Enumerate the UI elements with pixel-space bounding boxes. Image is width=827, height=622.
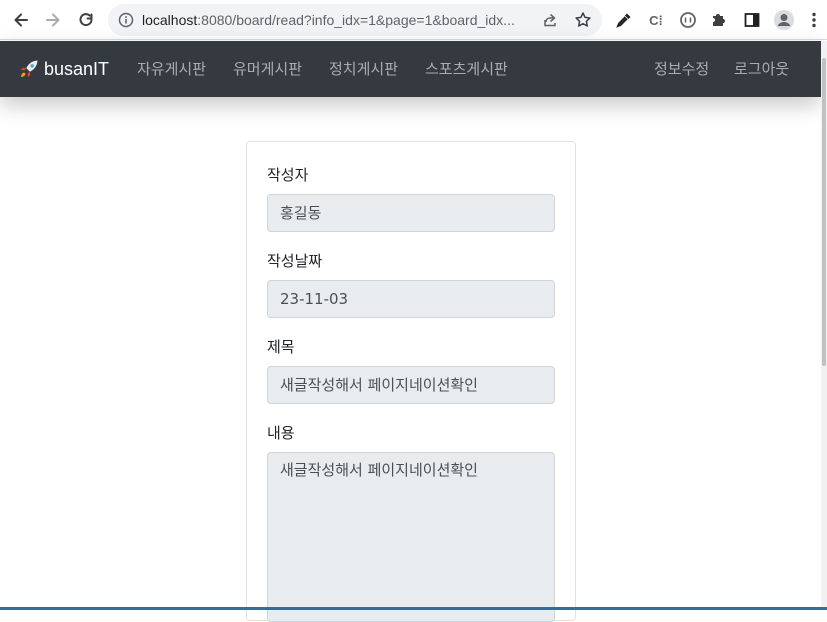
nav-link-politics-board[interactable]: 정치게시판 <box>329 41 398 97</box>
extension-c-icon: C⁞ <box>649 12 663 28</box>
extension-c-button[interactable]: C⁞ <box>643 7 669 33</box>
info-icon[interactable] <box>118 12 134 28</box>
star-icon[interactable] <box>574 11 592 29</box>
nav-link-logout[interactable]: 로그아웃 <box>734 41 789 97</box>
eyedropper-icon <box>616 13 631 28</box>
address-bar[interactable]: localhost:8080/board/read?info_idx=1&pag… <box>108 4 602 36</box>
side-panel-button[interactable] <box>739 7 765 33</box>
share-icon[interactable] <box>542 12 558 28</box>
arrow-right-icon <box>46 13 60 27</box>
url-path: :8080/board/read?info_idx=1&page=1&board… <box>197 12 515 28</box>
subject-label: 제목 <box>267 338 295 356</box>
profile-button[interactable] <box>771 7 797 33</box>
forward-button[interactable] <box>40 7 66 33</box>
browser-toolbar: localhost:8080/board/read?info_idx=1&pag… <box>0 0 827 40</box>
content-label: 내용 <box>267 424 295 442</box>
extension-circle-button[interactable] <box>675 7 701 33</box>
writer-label: 작성자 <box>267 166 309 184</box>
scrollbar-thumb[interactable] <box>822 58 826 366</box>
writer-field[interactable]: 홍길동 <box>267 194 555 232</box>
nav-link-humor-board[interactable]: 유머게시판 <box>233 41 302 97</box>
brand-name: busanIT <box>44 58 110 79</box>
reload-button[interactable] <box>73 7 99 33</box>
content-textarea[interactable]: 새글작성해서 페이지네이션확인 <box>267 452 555 622</box>
date-label: 작성날짜 <box>267 252 323 270</box>
nav-link-free-board[interactable]: 자유게시판 <box>137 41 206 97</box>
url-host: localhost <box>142 12 198 28</box>
top-navbar: busanIT 자유게시판 유머게시판 정치게시판 스포츠게시판 정보수정 로그… <box>0 41 821 97</box>
nav-link-edit-profile[interactable]: 정보수정 <box>654 41 709 97</box>
extensions-button[interactable] <box>706 7 732 33</box>
reload-icon <box>79 13 93 27</box>
extension-circle-icon <box>680 12 696 28</box>
kebab-menu-icon <box>812 12 816 28</box>
nav-link-sports-board[interactable]: 스포츠게시판 <box>425 41 508 97</box>
url-text[interactable]: localhost:8080/board/read?info_idx=1&pag… <box>142 4 532 36</box>
profile-icon <box>774 10 794 30</box>
subject-field[interactable]: 새글작성해서 페이지네이션확인 <box>267 366 555 404</box>
menu-button[interactable] <box>804 7 824 33</box>
date-field[interactable]: 23-11-03 <box>267 280 555 318</box>
side-panel-icon <box>744 13 760 27</box>
back-button[interactable] <box>8 7 34 33</box>
puzzle-icon <box>713 14 725 26</box>
rocket-icon <box>18 58 40 80</box>
eyedropper-button[interactable] <box>611 7 637 33</box>
arrow-left-icon <box>14 13 28 27</box>
brand-link[interactable]: busanIT <box>18 41 109 97</box>
